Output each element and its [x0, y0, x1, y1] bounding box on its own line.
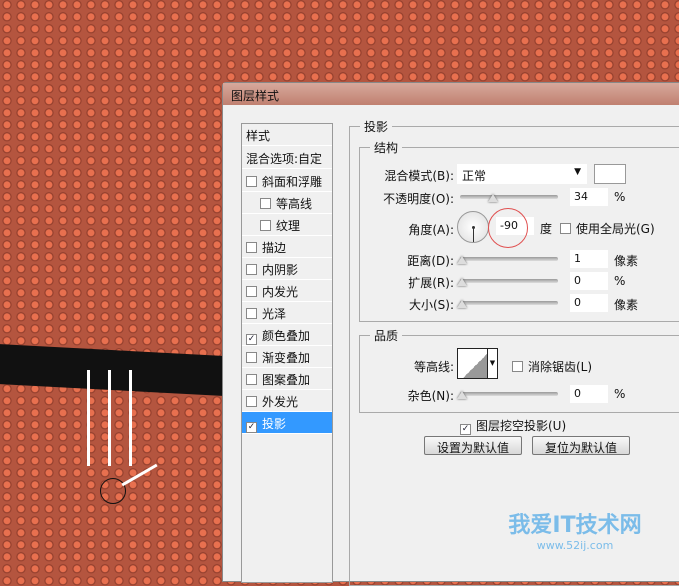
size-unit: 像素 [614, 298, 639, 312]
style-item[interactable]: 内阴影 [242, 258, 332, 280]
size-input[interactable]: 0 [570, 294, 608, 312]
style-item-label: 颜色叠加 [262, 329, 311, 343]
global-light-label: 使用全局光(G) [576, 222, 655, 236]
global-light-checkbox[interactable]: 使用全局光(G) [560, 220, 655, 237]
style-item-label: 等高线 [276, 197, 313, 211]
dialog-title: 图层样式 [223, 83, 679, 105]
noise-slider[interactable] [457, 391, 558, 399]
shadow-color-swatch[interactable] [594, 164, 626, 184]
checkbox-icon[interactable] [246, 242, 257, 253]
style-item-label: 投影 [262, 417, 287, 431]
angle-dial[interactable] [457, 211, 489, 243]
blend-mode-label: 混合模式(B): [384, 169, 454, 183]
style-item[interactable]: 光泽 [242, 302, 332, 324]
style-item-label: 内发光 [262, 285, 299, 299]
angle-label: 角度(A): [408, 223, 454, 237]
style-item[interactable]: 等高线 [242, 192, 332, 214]
style-item-label: 纹理 [276, 219, 301, 233]
watermark-url: www.52ij.com [536, 539, 614, 552]
style-item-label: 光泽 [262, 307, 287, 321]
checkbox-icon[interactable] [246, 374, 257, 385]
checkbox-checked-icon[interactable]: ✓ [246, 422, 257, 433]
style-item[interactable]: 纹理 [242, 214, 332, 236]
style-item-label: 图案叠加 [262, 373, 311, 387]
distance-input[interactable]: 1 [570, 250, 608, 268]
style-item[interactable]: 图案叠加 [242, 368, 332, 390]
blend-options[interactable]: 混合选项:自定 [242, 147, 332, 169]
knockout-checkbox[interactable]: ✓ 图层挖空投影(U) [460, 417, 566, 435]
antialias-label: 消除锯齿(L) [528, 360, 593, 374]
reset-default-button[interactable]: 复位为默认值 [532, 436, 630, 455]
slider-thumb[interactable] [457, 391, 467, 399]
style-item-label: 斜面和浮雕 [262, 175, 323, 189]
layer-style-dialog: 图层样式 样式 混合选项:自定 斜面和浮雕等高线纹理描边内阴影内发光光泽 ✓ 颜色叠… [222, 82, 679, 586]
checkbox-checked-icon: ✓ [460, 424, 471, 435]
spread-input[interactable]: 0 [570, 272, 608, 290]
knockout-label: 图层挖空投影(U) [476, 419, 567, 433]
angle-unit: 度 [540, 222, 553, 236]
style-item[interactable]: 斜面和浮雕 [242, 170, 332, 192]
checkbox-icon[interactable] [260, 220, 271, 231]
distance-unit: 像素 [614, 254, 639, 268]
watermark: 我爱IT技术网 www.52ij.com [465, 507, 679, 552]
chevron-down-icon: ▼ [574, 167, 581, 177]
checkbox-icon[interactable] [246, 176, 257, 187]
checkbox-checked-icon[interactable]: ✓ [246, 334, 257, 345]
noise-unit: % [614, 387, 626, 401]
contour-label: 等高线: [413, 360, 454, 374]
style-item-label: 描边 [262, 241, 287, 255]
opacity-input[interactable]: 34 [570, 188, 608, 206]
structure-group: 结构 混合模式(B): 正常 ▼ 不透明度(O): 34 % 角度(A): -90… [359, 139, 679, 322]
highlight-circle [488, 208, 528, 248]
opacity-label: 不透明度(O): [383, 192, 454, 206]
checkbox-icon[interactable] [246, 308, 257, 319]
style-item[interactable]: 外发光 [242, 390, 332, 412]
style-item-label: 内阴影 [262, 263, 299, 277]
style-item[interactable]: 内发光 [242, 280, 332, 302]
noise-input[interactable]: 0 [570, 385, 608, 403]
style-item[interactable]: 渐变叠加 [242, 346, 332, 368]
slider-thumb[interactable] [457, 278, 467, 286]
drop-shadow-title: 投影 [360, 118, 393, 135]
noise-label: 杂色(N): [407, 389, 454, 403]
make-default-button[interactable]: 设置为默认值 [424, 436, 522, 455]
blend-mode-select[interactable]: 正常 ▼ [457, 164, 587, 184]
size-slider[interactable] [457, 300, 558, 308]
distance-label: 距离(D): [407, 254, 454, 268]
style-item[interactable]: 描边 [242, 236, 332, 258]
styles-list: 样式 混合选项:自定 斜面和浮雕等高线纹理描边内阴影内发光光泽 ✓ 颜色叠加渐变叠加… [241, 123, 333, 583]
opacity-slider[interactable] [460, 194, 558, 202]
drop-shadow-group: 投影 结构 混合模式(B): 正常 ▼ 不透明度(O): 34 % 角度(A): … [349, 118, 679, 586]
slider-thumb[interactable] [457, 300, 467, 308]
watermark-text: 我爱IT技术网 [508, 513, 642, 538]
chevron-down-icon: ▼ [487, 349, 497, 378]
contour-picker[interactable]: ▼ [457, 348, 498, 379]
styles-header[interactable]: 样式 [242, 124, 332, 146]
quality-group: 品质 等高线: ▼ 消除锯齿(L) 杂色(N): 0 % [359, 327, 679, 413]
slider-thumb[interactable] [488, 194, 498, 202]
style-item-label: 外发光 [262, 395, 299, 409]
opacity-unit: % [614, 190, 626, 204]
structure-title: 结构 [370, 139, 403, 156]
size-label: 大小(S): [408, 298, 454, 312]
checkbox-icon[interactable] [260, 198, 271, 209]
style-item[interactable]: ✓ 颜色叠加 [242, 324, 332, 346]
style-item[interactable]: ✓ 投影 [242, 412, 332, 434]
spread-slider[interactable] [457, 278, 558, 286]
style-item-label: 渐变叠加 [262, 351, 311, 365]
checkbox-icon [560, 223, 571, 234]
black-band [0, 344, 222, 396]
antialias-checkbox[interactable]: 消除锯齿(L) [512, 358, 592, 375]
quality-title: 品质 [370, 327, 403, 344]
checkbox-icon[interactable] [246, 352, 257, 363]
blend-mode-value: 正常 [462, 169, 487, 183]
distance-slider[interactable] [457, 256, 558, 264]
checkbox-icon[interactable] [246, 264, 257, 275]
spread-label: 扩展(R): [408, 276, 454, 290]
checkbox-icon [512, 361, 523, 372]
checkbox-icon[interactable] [246, 396, 257, 407]
spread-unit: % [614, 274, 626, 288]
slider-thumb[interactable] [457, 256, 467, 264]
checkbox-icon[interactable] [246, 286, 257, 297]
